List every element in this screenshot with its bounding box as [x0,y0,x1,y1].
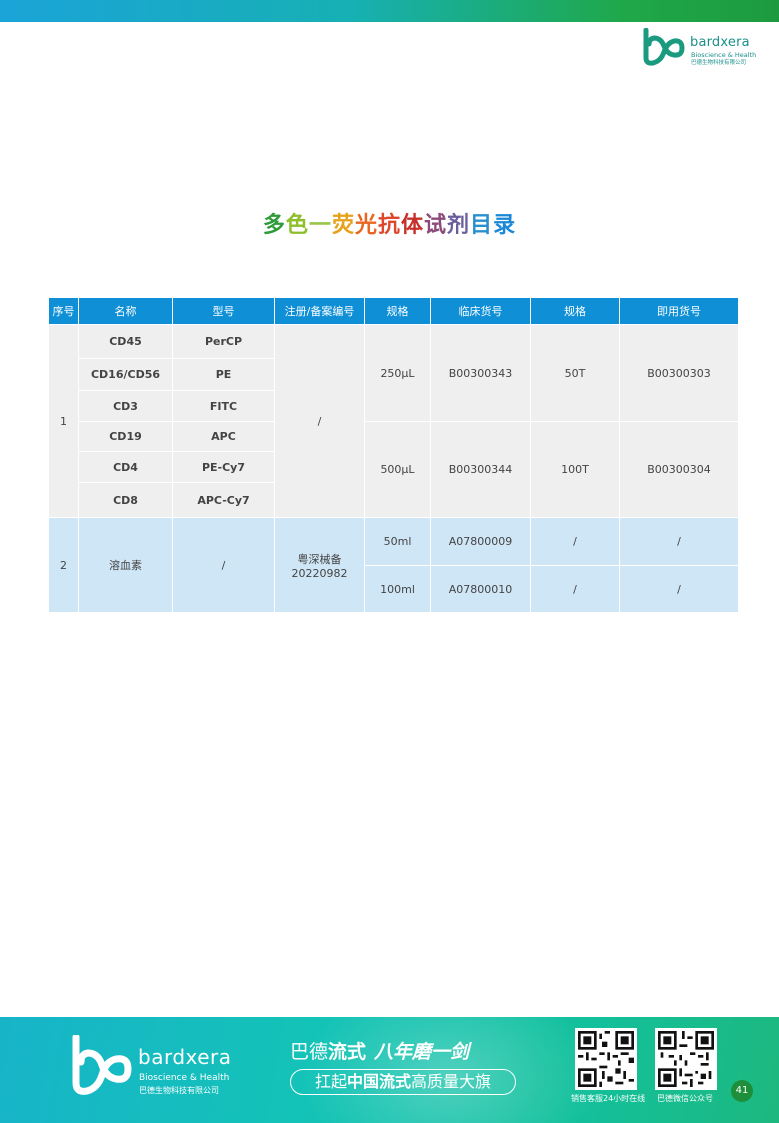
qr-code-icon [658,1031,714,1087]
top-color-band [0,0,779,22]
header-clinical-no: 临床货号 [430,297,531,325]
spec2: 50T [530,324,620,422]
title-char: 多 [262,213,286,238]
footer-brand-cn: 巴德生物科技有限公司 [139,1086,219,1095]
spec: 50ml [364,517,431,566]
header-ready-no: 即用货号 [619,297,739,325]
clinical-no: A07800009 [430,517,531,566]
bardxera-logo-icon [72,1033,132,1095]
title-char: 色 [285,213,309,238]
footer-slogan-line1: 巴德流式 八年磨一剑 [290,1037,469,1064]
antibody-model: FITC [172,390,275,422]
sales-qr-label: 销售客服24小时在线 [571,1094,646,1103]
title-char: 一 [308,213,332,238]
row-index: 2 [48,517,79,613]
slogan-c: 八年磨一剑 [374,1041,470,1063]
antibody-name: CD4 [78,451,173,483]
ready-no: / [619,517,739,566]
title-char: 试 [424,213,448,238]
header-reg-no: 注册/备案编号 [274,297,365,325]
reg-no-line2: 20220982 [291,566,348,580]
spec2: / [530,565,620,613]
spec: 250μL [364,324,431,422]
qr-code-icon [578,1031,634,1087]
footer-brand-en: Bioscience & Health [139,1073,230,1083]
reagent-model: / [172,517,275,613]
spec: 500μL [364,421,431,518]
title-char: 目 [470,213,494,238]
antibody-model: PE-Cy7 [172,451,275,483]
antibody-name: CD3 [78,390,173,422]
clinical-no: B00300343 [430,324,531,422]
reagent-name: 溶血素 [78,517,173,613]
antibody-name: CD16/CD56 [78,358,173,391]
antibody-model: APC-Cy7 [172,482,275,518]
slogan-a: 巴德 [290,1041,329,1063]
antibody-model: PerCP [172,324,275,359]
antibody-model: APC [172,421,275,452]
ready-no: B00300303 [619,324,739,422]
slogan2-b: 中国流式 [346,1072,411,1091]
wechat-qr-code [655,1028,717,1090]
bardxera-logo-icon [643,28,685,66]
clinical-no: B00300344 [430,421,531,518]
sales-qr-code [575,1028,637,1090]
antibody-name: CD8 [78,482,173,518]
table-row: 2 溶血素 / 粤深械备 20220982 50ml A07800009 / / [48,517,739,613]
title-char: 光 [354,213,378,238]
footer-logo: bardxera Bioscience & Health 巴德生物科技有限公司 [68,1033,238,1105]
ready-no: / [619,565,739,613]
spec2: 100T [530,421,620,518]
reg-no: / [274,324,365,518]
reagent-catalog-table: 序号 名称 型号 注册/备案编号 规格 临床货号 规格 即用货号 1 CD45 … [48,297,739,613]
slogan2-a: 扛起 [314,1072,347,1091]
header-brand: bardxera [690,35,750,50]
header-spec: 规格 [364,297,431,325]
title-char: 抗 [377,213,401,238]
table-row: 1 CD45 PerCP / 250μL B00300343 50T B0030… [48,324,739,518]
header-name: 名称 [78,297,173,325]
header-brand-cn: 巴德生物科技有限公司 [691,60,747,66]
antibody-name: CD19 [78,421,173,452]
header-index: 序号 [48,297,79,325]
antibody-name: CD45 [78,324,173,359]
spec2: / [530,517,620,566]
header-model: 型号 [172,297,275,325]
table-row: CD19 APC 500μL B00300344 100T B00300304 [49,421,739,518]
spec: 100ml [364,565,431,613]
reg-no-line1: 粤深械备 [297,552,342,566]
reg-no: 粤深械备 20220982 [274,517,365,613]
title-char: 荧 [331,213,355,238]
footer-slogan-line2: 扛起中国流式高质量大旗 [290,1069,516,1095]
page-number: 41 [731,1080,753,1102]
header-spec2: 规格 [530,297,620,325]
wechat-qr-label: 巴德微信公众号 [657,1094,713,1103]
clinical-no: A07800010 [430,565,531,613]
row-index: 1 [48,324,79,518]
footer-banner: bardxera Bioscience & Health 巴德生物科技有限公司 … [0,1017,779,1123]
slogan2-c: 高质量大旗 [411,1072,492,1091]
ready-no: B00300304 [619,421,739,518]
header-logo: bardxera Bioscience & Health 巴德生物科技有限公司 [640,26,765,66]
title-char: 体 [401,213,425,238]
title-char: 剂 [447,213,471,238]
footer-brand: bardxera [138,1045,232,1069]
table-header-row: 序号 名称 型号 注册/备案编号 规格 临床货号 规格 即用货号 [48,297,739,325]
page-title: 多色一荧光抗体试剂目录 [0,207,779,239]
title-char: 录 [493,213,517,238]
antibody-model: PE [172,358,275,391]
slogan-b: 流式 [328,1041,367,1063]
